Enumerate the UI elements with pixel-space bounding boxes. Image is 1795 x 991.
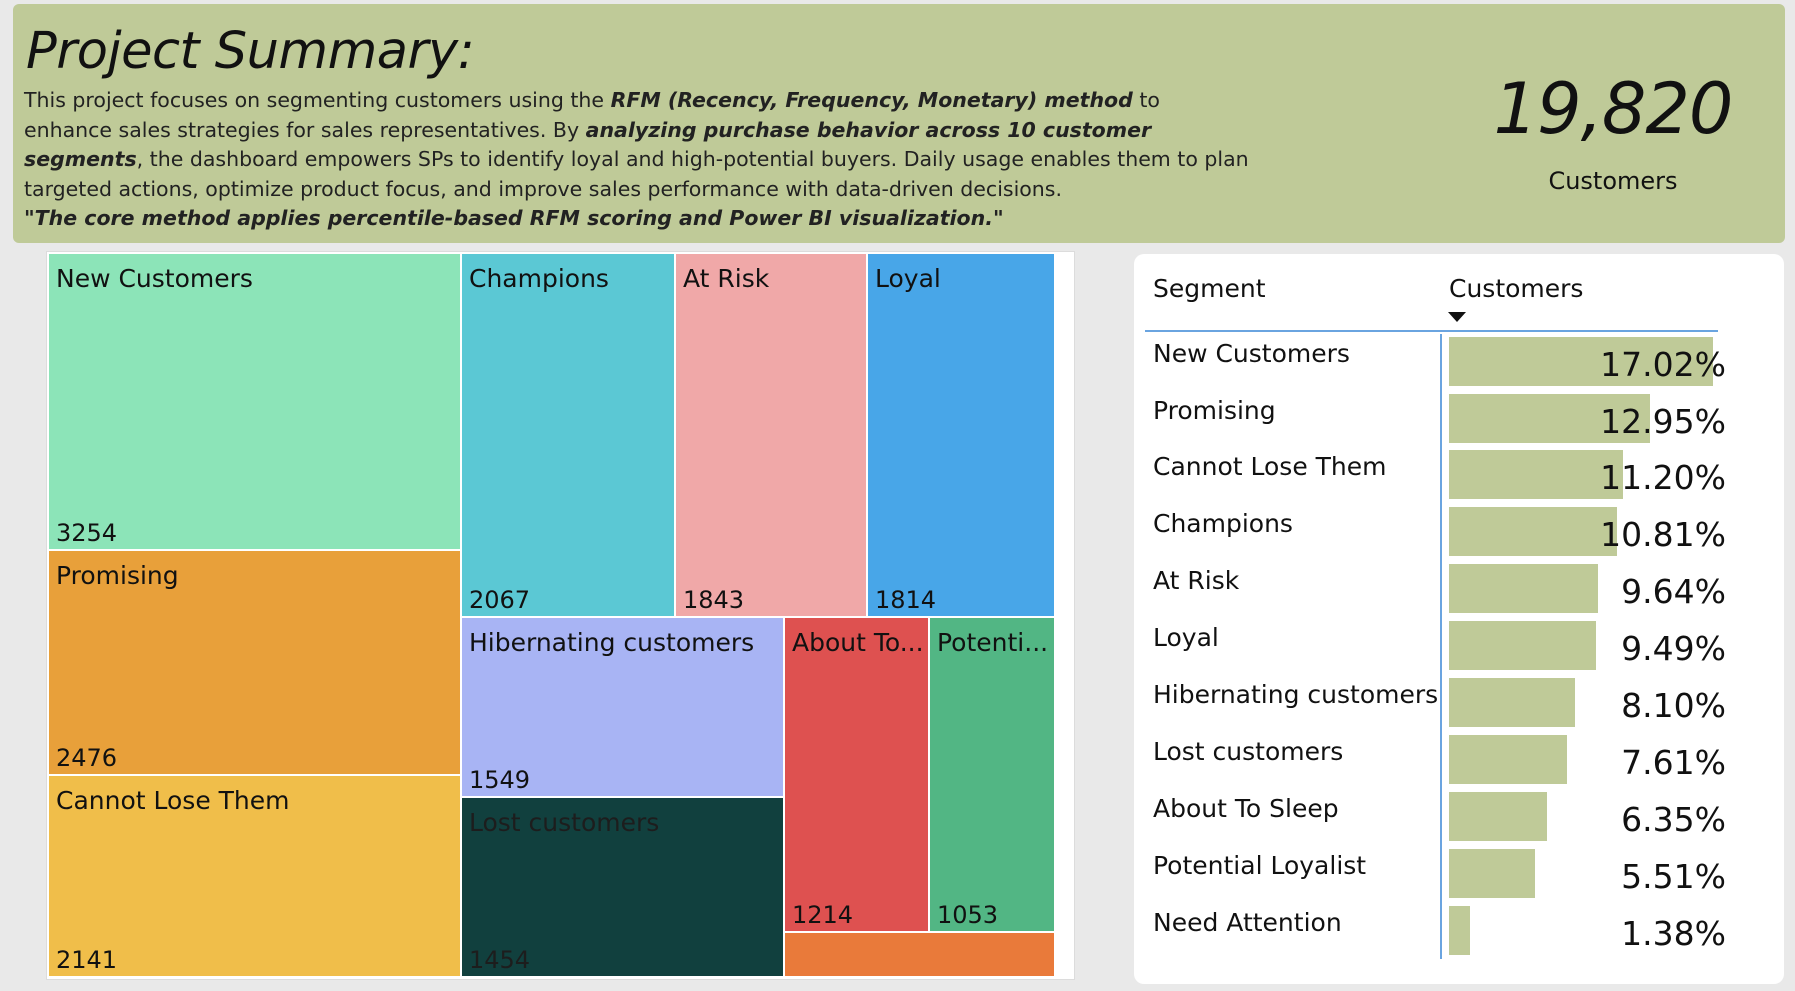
treemap-tile-new-customers[interactable]: New Customers 3254 (49, 254, 460, 549)
table-row[interactable]: Hibernating customers 8.10% (1134, 678, 1784, 735)
row-percentage: 7.61% (1621, 743, 1726, 782)
row-segment: Cannot Lose Them (1153, 452, 1387, 481)
row-segment: Potential Loyalist (1153, 851, 1367, 880)
row-percentage: 6.35% (1621, 800, 1726, 839)
tile-label: Potenti... (937, 628, 1049, 657)
description-text: This project focuses on segmenting custo… (24, 88, 611, 112)
tile-label: Hibernating customers (469, 628, 755, 657)
row-segment: New Customers (1153, 339, 1350, 368)
row-percentage: 12.95% (1600, 402, 1726, 441)
table-row[interactable]: Cannot Lose Them 11.20% (1134, 450, 1784, 507)
table-row[interactable]: Loyal 9.49% (1134, 621, 1784, 678)
segment-treemap[interactable]: New Customers 3254 Promising 2476 Cannot… (46, 251, 1075, 980)
tile-value: 3254 (56, 519, 118, 547)
tile-value: 2141 (56, 946, 118, 974)
row-segment: Need Attention (1153, 908, 1342, 937)
tile-value: 1549 (469, 766, 531, 794)
header-divider (1145, 330, 1718, 332)
segment-table: Segment Customers New Customers 17.02% Pr… (1134, 254, 1784, 984)
row-percentage: 11.20% (1600, 458, 1726, 497)
treemap-tile-loyal[interactable]: Loyal 1814 (868, 254, 1054, 616)
treemap-tile-lost-customers[interactable]: Lost customers 1454 (462, 798, 783, 976)
row-segment: Promising (1153, 396, 1276, 425)
treemap-tile-promising[interactable]: Promising 2476 (49, 551, 460, 774)
column-header-segment[interactable]: Segment (1153, 274, 1266, 303)
row-percentage: 1.38% (1621, 914, 1726, 953)
method-quote: "The core method applies percentile-base… (24, 206, 1004, 230)
tile-value: 1454 (469, 946, 531, 974)
table-row[interactable]: Champions 10.81% (1134, 507, 1784, 564)
table-row[interactable]: Lost customers 7.61% (1134, 735, 1784, 792)
treemap-tile-potential-loyalist[interactable]: Potenti... 1053 (930, 618, 1054, 931)
row-percentage: 10.81% (1600, 515, 1726, 554)
row-segment: Lost customers (1153, 737, 1344, 766)
tile-label: Lost customers (469, 808, 660, 837)
row-percentage: 9.49% (1621, 629, 1726, 668)
project-description: This project focuses on segmenting custo… (24, 86, 1254, 234)
tile-value: 2476 (56, 744, 118, 772)
row-segment: Champions (1153, 509, 1293, 538)
row-segment: At Risk (1153, 566, 1240, 595)
tile-value: 1814 (875, 586, 937, 614)
row-percentage: 9.64% (1621, 572, 1726, 611)
tile-label: About To... (792, 628, 924, 657)
tile-label: Loyal (875, 264, 941, 293)
table-row[interactable]: New Customers 17.02% (1134, 337, 1784, 394)
treemap-tile-cannot-lose-them[interactable]: Cannot Lose Them 2141 (49, 776, 460, 976)
table-row[interactable]: Promising 12.95% (1134, 394, 1784, 451)
table-row[interactable]: About To Sleep 6.35% (1134, 792, 1784, 849)
tile-label: Cannot Lose Them (56, 786, 290, 815)
row-percentage: 5.51% (1621, 857, 1726, 896)
table-row[interactable]: Potential Loyalist 5.51% (1134, 849, 1784, 906)
page-title: Project Summary: (26, 22, 475, 81)
row-segment: About To Sleep (1153, 794, 1339, 823)
table-row[interactable]: Need Attention 1.38% (1134, 906, 1784, 963)
tile-value: 1214 (792, 901, 854, 929)
tile-label: At Risk (683, 264, 770, 293)
row-percentage: 17.02% (1600, 345, 1726, 384)
row-segment: Loyal (1153, 623, 1219, 652)
treemap-tile-about-to-sleep[interactable]: About To... 1214 (785, 618, 928, 931)
kpi-customer-count[interactable]: 19,820 (1453, 68, 1773, 150)
description-text: , the dashboard empowers SPs to identify… (24, 147, 1249, 201)
column-header-customers[interactable]: Customers (1449, 274, 1583, 303)
kpi-label: Customers (1548, 167, 1678, 195)
treemap-tile-need-attention[interactable] (785, 933, 1054, 976)
summary-header: Project Summary: This project focuses on… (13, 4, 1785, 243)
treemap-tile-at-risk[interactable]: At Risk 1843 (676, 254, 866, 616)
tile-label: New Customers (56, 264, 253, 293)
tile-value: 2067 (469, 586, 531, 614)
table-row[interactable]: At Risk 9.64% (1134, 564, 1784, 621)
tile-value: 1053 (937, 901, 999, 929)
row-percentage: 8.10% (1621, 686, 1726, 725)
treemap-tile-hibernating-customers[interactable]: Hibernating customers 1549 (462, 618, 783, 796)
tile-label: Champions (469, 264, 609, 293)
description-emphasis: RFM (Recency, Frequency, Monetary) metho… (610, 88, 1133, 112)
sort-descending-icon[interactable] (1448, 312, 1466, 322)
tile-label: Promising (56, 561, 179, 590)
treemap-tile-champions[interactable]: Champions 2067 (462, 254, 674, 616)
tile-value: 1843 (683, 586, 745, 614)
row-segment: Hibernating customers (1153, 680, 1439, 709)
